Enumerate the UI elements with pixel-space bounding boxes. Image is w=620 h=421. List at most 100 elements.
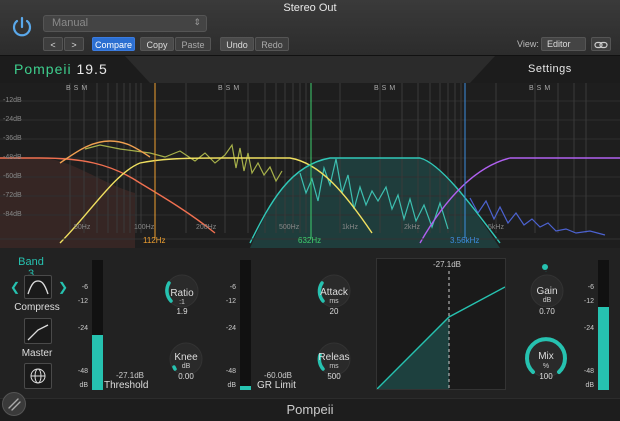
freq-label: 5kHz	[488, 224, 504, 231]
ratio-label: Ratio	[170, 288, 194, 299]
frequency-graph[interactable]: -12dB -24dB -36dB -48dB -60dB -72dB -84d…	[0, 83, 620, 248]
crossover-2-label[interactable]: 632Hz	[298, 236, 321, 245]
db-label: -12dB	[3, 97, 22, 104]
view-label: View:	[517, 39, 539, 49]
redo-button[interactable]: Redo	[255, 37, 289, 51]
crossover-1-label[interactable]: 112Hz	[143, 236, 166, 245]
db-label: -84dB	[3, 211, 22, 218]
footer-plugin-name: Pompeii	[286, 402, 334, 417]
gr-scale-label: -12	[225, 298, 236, 305]
plugin-name: Pompeii	[14, 61, 72, 77]
attack-value[interactable]: 20	[314, 307, 354, 316]
compression-curve-icon	[27, 324, 49, 341]
compress-mode-button[interactable]	[24, 318, 52, 344]
gain-indicator-dot	[542, 264, 548, 270]
freq-label: 2kHz	[404, 224, 420, 231]
bandpass-icon	[27, 280, 49, 295]
transfer-threshold-label: -27.1dB	[433, 260, 462, 269]
threshold-scale-label: -12	[77, 298, 88, 305]
output-scale-label: -12	[583, 298, 594, 305]
attack-label: Attack	[320, 287, 348, 298]
previous-band-icon[interactable]: ❮	[10, 280, 20, 294]
band-4-solo-mute[interactable]: BSM	[529, 85, 553, 92]
gr-unit: dB	[227, 382, 236, 389]
undo-button[interactable]: Undo	[220, 37, 254, 51]
previous-preset-button[interactable]: <	[43, 37, 63, 51]
knee-value[interactable]: 0.00	[166, 372, 206, 381]
paste-button[interactable]: Paste	[175, 37, 211, 51]
copy-button[interactable]: Copy	[140, 37, 174, 51]
band-2-solo-mute[interactable]: BSM	[218, 85, 242, 92]
crossover-frequency-labels: 112Hz 632Hz 3.56kHz	[0, 236, 620, 248]
crossover-3-label[interactable]: 3.56kHz	[450, 236, 479, 245]
compare-button[interactable]: Compare	[92, 37, 135, 51]
globe-icon	[30, 368, 46, 384]
settings-button[interactable]: Settings	[528, 63, 572, 75]
link-icon	[594, 41, 608, 49]
plugin-window: Stereo Out Manual ⇕ < > Compare Copy Pas…	[0, 0, 620, 421]
output-unit: dB	[585, 382, 594, 389]
transfer-curve	[376, 271, 506, 390]
master-label: Master	[21, 348, 53, 359]
spectrum-display	[0, 83, 620, 248]
gr-scale-label: -6	[229, 284, 236, 291]
db-label: -48dB	[3, 154, 22, 161]
threshold-scale-label: -6	[81, 284, 88, 291]
gain-label: Gain	[536, 286, 558, 297]
freq-label: 100Hz	[134, 224, 155, 231]
freq-label: 1kHz	[342, 224, 358, 231]
chevron-updown-icon: ⇕	[193, 17, 201, 27]
band-1-solo-mute[interactable]: BSM	[66, 85, 90, 92]
freq-label: 500Hz	[279, 224, 300, 231]
release-value[interactable]: 500	[314, 372, 354, 381]
plugin-footer: Pompeii	[0, 398, 620, 421]
next-preset-button[interactable]: >	[64, 37, 84, 51]
view-value: Editor	[547, 39, 571, 49]
threshold-scale-label: -24	[77, 325, 88, 332]
gr-limit-meter[interactable]	[240, 260, 251, 390]
ratio-value[interactable]: 1.9	[162, 307, 202, 316]
threshold-label: Threshold	[104, 380, 149, 391]
mix-value[interactable]: 100	[526, 372, 566, 381]
output-scale-label: -48	[583, 368, 594, 375]
threshold-meter-fill	[92, 335, 103, 390]
window-title: Stereo Out	[283, 2, 337, 14]
output-scale-label: -6	[587, 284, 594, 291]
gr-scale-label: -24	[225, 325, 236, 332]
preset-dropdown[interactable]: Manual ⇕	[43, 15, 207, 32]
gr-scale-label: -48	[225, 368, 236, 375]
header-bevel	[125, 56, 495, 83]
gain-unit: dB	[542, 297, 552, 304]
gain-value[interactable]: 0.70	[527, 307, 567, 316]
band-3-solo-mute[interactable]: BSM	[374, 85, 398, 92]
db-label: -72dB	[3, 192, 22, 199]
resize-grip-icon	[8, 398, 21, 411]
plugin-logo: Pompeii 19.5	[14, 61, 108, 77]
master-button[interactable]	[24, 363, 52, 389]
freq-label: 200Hz	[196, 224, 217, 231]
ratio-unit: :1	[179, 299, 185, 306]
resize-handle[interactable]	[2, 392, 26, 416]
mix-unit: %	[542, 363, 550, 370]
release-unit: ms	[329, 363, 339, 370]
attack-unit: ms	[329, 298, 339, 305]
view-dropdown[interactable]: Editor	[541, 37, 586, 51]
band-shape-button[interactable]	[24, 275, 52, 299]
freq-label: 50Hz	[74, 224, 91, 231]
db-label: -24dB	[3, 116, 22, 123]
gr-limit-indicator	[240, 386, 251, 390]
host-title-bar: Stereo Out Manual ⇕ < > Compare Copy Pas…	[0, 0, 620, 56]
threshold-unit: dB	[79, 382, 88, 389]
next-band-icon[interactable]: ❯	[58, 280, 68, 294]
output-scale-label: -24	[583, 325, 594, 332]
knee-label: Knee	[174, 352, 198, 363]
gr-limit-label: GR Limit	[257, 380, 296, 391]
threshold-value[interactable]: -27.1dB	[116, 371, 144, 380]
knee-unit: dB	[181, 363, 191, 370]
output-meter-fill	[598, 307, 609, 390]
power-icon[interactable]	[9, 14, 35, 40]
transfer-curve-display[interactable]	[376, 258, 506, 390]
preset-value: Manual	[52, 17, 89, 29]
link-button[interactable]	[591, 37, 611, 51]
gr-limit-value[interactable]: -60.0dB	[264, 371, 292, 380]
